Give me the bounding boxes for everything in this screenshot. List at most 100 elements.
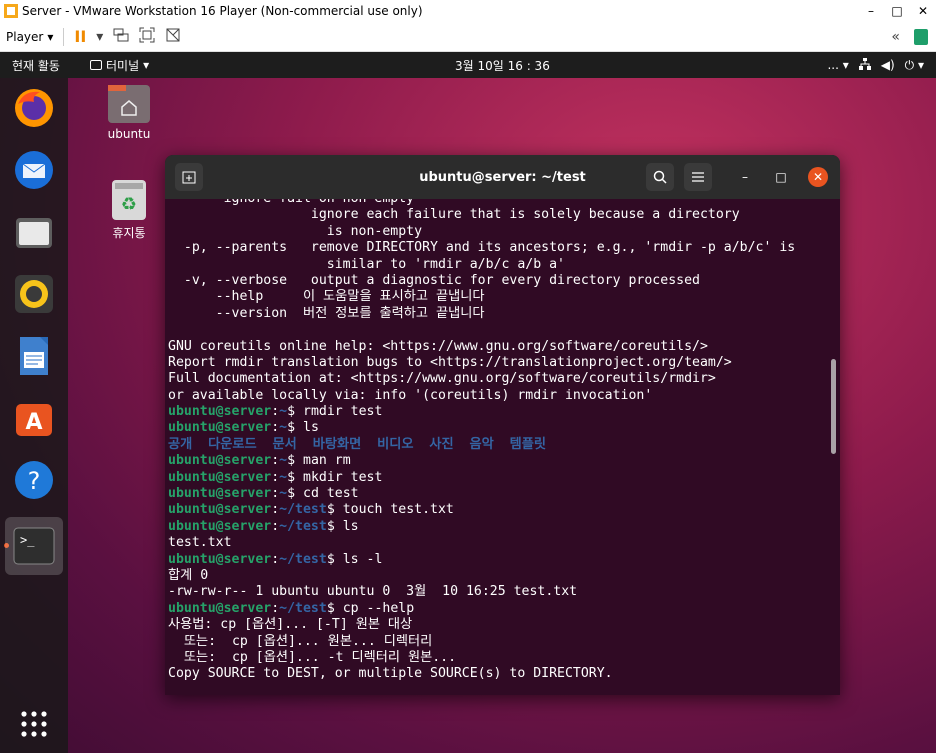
files-icon [16,218,52,248]
terminal-text: $ ls -l [326,551,383,567]
clock[interactable]: 3월 10일 16 : 36 [455,57,550,74]
terminal-text: Full documentation at: <https://www.gnu.… [168,371,716,387]
terminal-text: : [271,502,280,518]
vmware-title-bar: Server - VMware Workstation 16 Player (N… [0,0,936,22]
search-button[interactable] [646,163,674,191]
terminal-line: --version 버전 정보를 출력하고 끝냅니다 [168,306,795,322]
vmware-window-title: Server - VMware Workstation 16 Player (N… [22,4,423,18]
terminal-line: 사용법: cp [옵션]... [-T] 원본 대상 [168,617,795,633]
player-menu-button[interactable]: Player ▾ [6,30,53,44]
terminal-text: --help 이 도움말을 표시하고 끝냅니다 [168,289,485,305]
dock-firefox[interactable] [12,86,56,130]
prompt-user: ubuntu@server [168,600,272,616]
thunderbird-icon [15,151,53,189]
dock-help[interactable]: ? [12,458,56,502]
window-controls: – □ ✕ [858,0,936,22]
terminal-line: or available locally via: info '(coreuti… [168,388,795,404]
note-icon[interactable] [914,28,928,45]
terminal-text: : [271,518,280,534]
terminal-text: $ touch test.txt [326,502,454,518]
terminal-window[interactable]: ubuntu@server: ~/test – □ ✕ ignore-fail-… [165,155,840,695]
prompt-user: ubuntu@server [168,420,272,436]
desktop-icon-label: 휴지통 [112,226,146,240]
terminal-maximize-button[interactable]: □ [771,167,791,187]
pause-icon[interactable]: II [74,27,86,46]
activities-button[interactable]: 현재 활동 [12,57,60,74]
svg-text:♻: ♻ [121,194,137,215]
terminal-scrollbar[interactable] [831,359,836,454]
terminal-line: ubuntu@server:~$ rmdir test [168,404,795,420]
minimize-button[interactable]: – [858,0,884,22]
dock-writer[interactable] [12,334,56,378]
terminal-line: ubuntu@server:~/test$ ls [168,519,795,535]
terminal-text: ignore-fail-on-non-empty [168,199,415,206]
terminal-line: ubuntu@server:~$ man rm [168,453,795,469]
desktop-icon-label: ubuntu [107,127,151,141]
svg-text:>_: >_ [20,533,35,547]
prompt-path: ~ [279,469,288,485]
desktop-icon-home[interactable]: ubuntu [97,85,161,141]
player-menu-label: Player [6,29,44,44]
fit-guest-icon[interactable] [139,27,155,47]
terminal-line: ignore each failure that is solely becau… [168,207,795,223]
terminal-text: Copy SOURCE to DEST, or multiple SOURCE(… [168,666,613,682]
unity-icon[interactable] [165,27,181,47]
home-folder-icon [108,85,150,123]
dock-rhythmbox[interactable] [12,272,56,316]
hamburger-menu-button[interactable] [684,163,712,191]
app-menu-button[interactable]: 터미널 ▾ [89,57,149,74]
terminal-text: -p, --parents remove DIRECTORY and its a… [168,240,796,256]
terminal-text: : [271,469,280,485]
terminal-close-button[interactable]: ✕ [808,167,828,187]
terminal-output[interactable]: ignore-fail-on-non-empty ignore each fai… [165,199,840,695]
network-icon[interactable] [858,57,871,73]
prompt-path: ~/test [279,551,327,567]
terminal-text: : [271,420,280,436]
terminal-text: -rw-rw-r-- 1 ubuntu ubuntu 0 3월 10 16:25… [168,584,578,600]
terminal-text: $ rmdir test [287,404,383,420]
terminal-line: similar to 'rmdir a/b/c a/b a' [168,257,795,273]
desktop-icon-trash[interactable]: ♻ 휴지통 [97,180,161,241]
terminal-text: -v, --verbose output a diagnostic for ev… [168,272,700,288]
terminal-line: 또는: cp [옵션]... 원본... 디렉터리 [168,634,795,650]
vmware-toolbar: Player ▾ II ▾ « [0,22,936,52]
prompt-user: ubuntu@server [168,453,272,469]
terminal-text: is non-empty [168,223,423,239]
show-applications-button[interactable] [12,702,56,746]
prompt-user: ubuntu@server [168,502,272,518]
dock-terminal[interactable]: >_ [5,517,63,575]
terminal-line: ubuntu@server:~/test$ touch test.txt [168,502,795,518]
dock-thunderbird[interactable] [12,148,56,192]
prompt-path: ~/test [279,502,327,518]
dock-files[interactable] [12,210,56,254]
terminal-text: $ ls [287,420,319,436]
terminal-text: $ man rm [287,453,351,469]
dock-software[interactable]: A [12,396,56,440]
terminal-line: ubuntu@server:~$ ls [168,420,795,436]
terminal-header-bar[interactable]: ubuntu@server: ~/test – □ ✕ [165,155,840,199]
firefox-icon [15,89,53,127]
terminal-text: 또는: cp [옵션]... -t 디렉터리 원본... [168,649,457,665]
close-button[interactable]: ✕ [910,0,936,22]
collapse-toolbar-icon[interactable]: « [891,29,900,45]
terminal-line: ignore-fail-on-non-empty [168,199,795,207]
prompt-path: ~ [279,453,288,469]
terminal-text: : [271,453,280,469]
system-tray: ... ▾ ◀) ⏻ ▾ [827,57,924,73]
terminal-text: 공개 다운로드 문서 바탕화면 비디오 사진 음악 템플릿 [168,436,547,452]
terminal-line: Copy SOURCE to DEST, or multiple SOURCE(… [168,666,795,682]
terminal-text: Report rmdir translation bugs to <https:… [168,354,732,370]
volume-icon[interactable]: ◀) [881,58,895,72]
vmware-logo-icon [4,4,18,18]
maximize-button[interactable]: □ [884,0,910,22]
power-icon[interactable]: ⏻ ▾ [905,58,924,73]
send-ctrl-alt-del-icon[interactable] [113,28,129,46]
terminal-icon [89,60,102,70]
terminal-text: $ cd test [287,486,359,502]
tray-more-button[interactable]: ... ▾ [827,58,848,72]
terminal-text: 또는: cp [옵션]... 원본... 디렉터리 [168,633,433,649]
terminal-text: test.txt [168,535,232,551]
chevron-down-icon[interactable]: ▾ [96,29,103,45]
terminal-minimize-button[interactable]: – [735,167,755,187]
terminal-line: -rw-rw-r-- 1 ubuntu ubuntu 0 3월 10 16:25… [168,584,795,600]
